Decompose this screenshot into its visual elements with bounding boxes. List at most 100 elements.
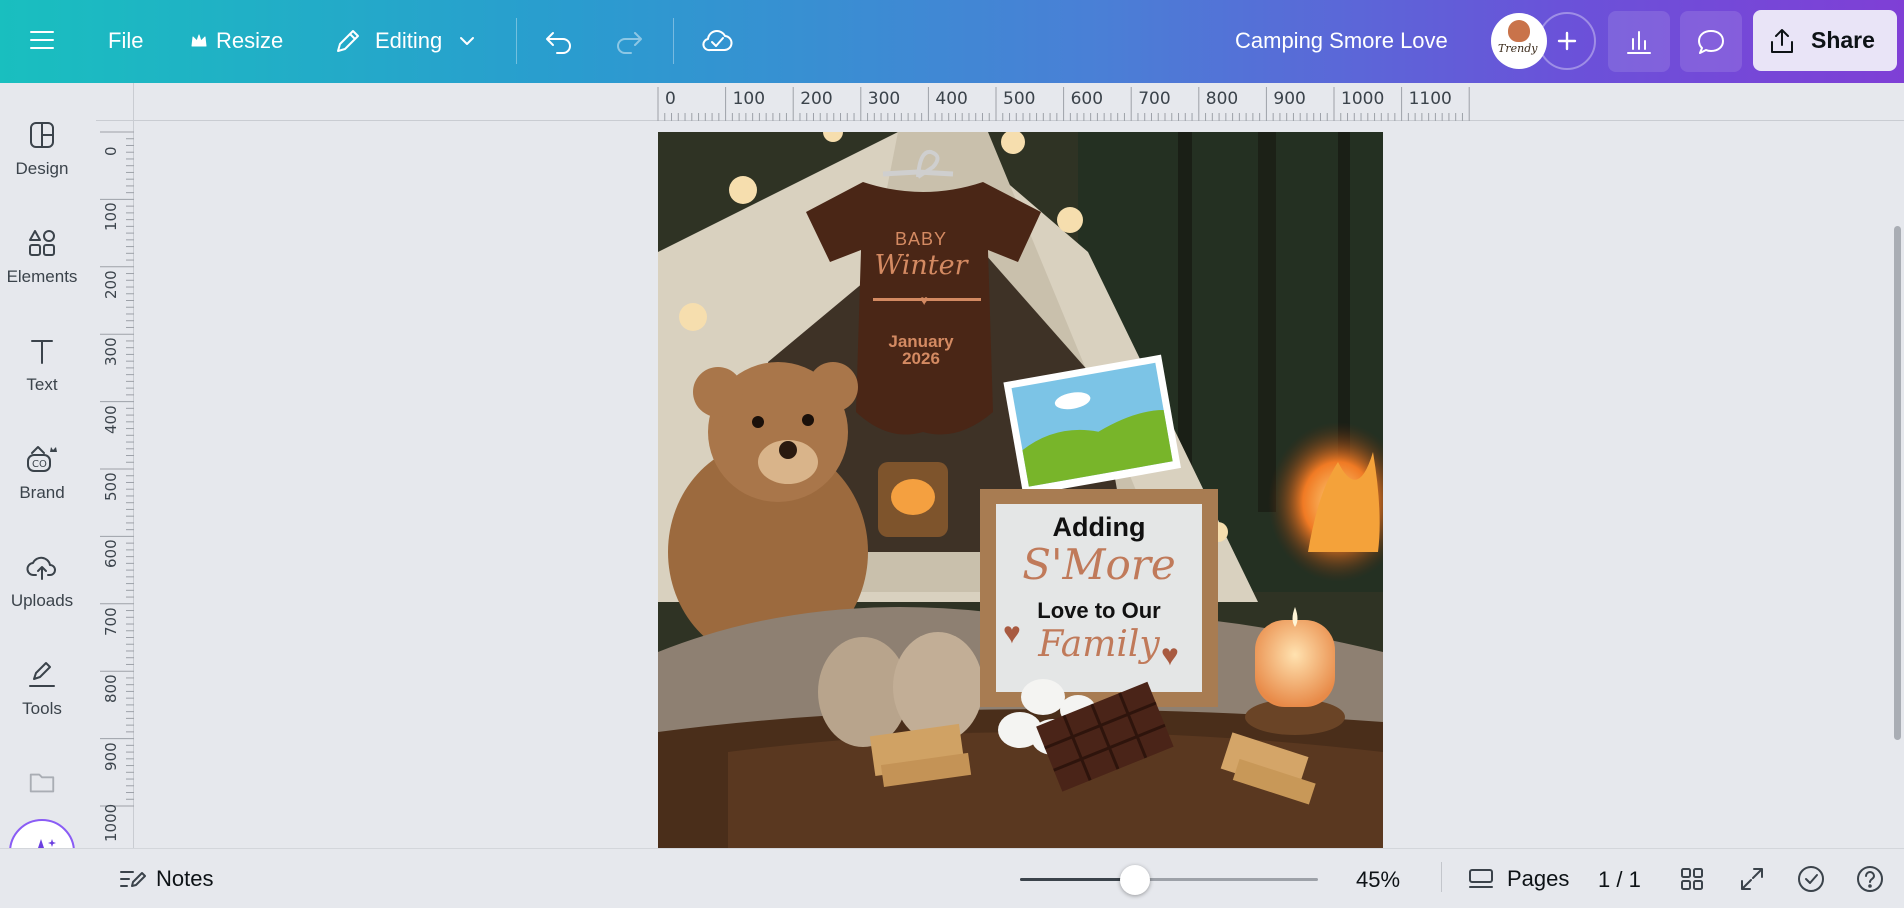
- cow-head-shape: [1508, 20, 1530, 42]
- grid-view-button[interactable]: [1679, 866, 1705, 892]
- main-menu-button[interactable]: [28, 26, 56, 54]
- sidebar-item-label: Uploads: [10, 591, 74, 610]
- ruler-label-y: 500: [102, 472, 120, 501]
- insights-button[interactable]: [1608, 11, 1670, 72]
- sidebar-item-uploads[interactable]: Uploads: [0, 551, 84, 651]
- design-layout-icon: [30, 122, 54, 148]
- zoom-slider-fill: [1020, 878, 1135, 881]
- notes-label: Notes: [156, 866, 214, 891]
- pages-button[interactable]: Pages: [1467, 865, 1569, 893]
- share-button[interactable]: Share: [1753, 10, 1897, 71]
- ruler-corner: [96, 83, 134, 121]
- redo-icon: [617, 32, 642, 54]
- frame-text-adding[interactable]: Adding: [998, 512, 1200, 543]
- grid-view-icon: [1681, 868, 1703, 890]
- zoom-level-button[interactable]: 45%: [1356, 867, 1400, 893]
- ruler-label-x: 600: [1070, 89, 1104, 109]
- pencil-icon: [337, 30, 359, 52]
- speech-bubble-icon: [1698, 29, 1724, 54]
- onesie-text-winter[interactable]: Winter: [866, 250, 976, 281]
- pages-label: Pages: [1507, 866, 1570, 891]
- top-toolbar: File Resize Editing Camping Smore Love T…: [0, 0, 1904, 83]
- file-menu-label: File: [108, 28, 144, 53]
- design-title-text: Camping Smore Love: [1235, 28, 1448, 53]
- svg-text:CO: CO: [32, 459, 47, 470]
- sidebar-item-text[interactable]: Text: [0, 335, 84, 435]
- ruler-label-x: 100: [732, 89, 766, 109]
- ruler-label-x: 900: [1273, 89, 1306, 109]
- ruler-label-y: 700: [102, 607, 120, 636]
- undo-icon: [546, 32, 571, 54]
- ruler-label-y: 300: [102, 337, 120, 367]
- expand-icon: [1741, 868, 1763, 890]
- help-button[interactable]: [1855, 864, 1885, 894]
- share-label: Share: [1811, 27, 1875, 53]
- check-accessibility-button[interactable]: [1796, 864, 1826, 894]
- zoom-slider-handle[interactable]: [1119, 865, 1150, 895]
- ruler-label-x: 400: [935, 89, 968, 109]
- horizontal-ruler: [96, 83, 1904, 121]
- canvas-vertical-scrollbar[interactable]: [1894, 226, 1901, 740]
- brand-kit-icon: CO: [27, 446, 57, 472]
- undo-button[interactable]: [543, 25, 575, 57]
- notes-button[interactable]: Notes: [118, 866, 213, 892]
- chevron-down-icon: [460, 37, 475, 45]
- editing-mode-label: Editing: [375, 28, 443, 53]
- resize-label: Resize: [216, 28, 284, 53]
- folder-icon: [29, 773, 55, 793]
- plus-icon: [1557, 31, 1577, 51]
- shapes-icon: [29, 230, 55, 256]
- redo-button[interactable]: [613, 25, 645, 57]
- design-page[interactable]: BABY Winter ♥ January 2026 Adding S'More…: [658, 132, 1383, 848]
- cloud-save-status-button[interactable]: [700, 24, 734, 58]
- sidebar-item-label: Tools: [22, 699, 62, 718]
- text-t-icon: [31, 340, 53, 364]
- ruler-label-x: 300: [867, 89, 901, 109]
- ruler-label-x: 700: [1138, 89, 1171, 109]
- sidebar-item-elements[interactable]: Elements: [0, 227, 84, 327]
- pen-tool-icon: [29, 662, 55, 687]
- sidebar-item-label: Text: [26, 375, 58, 394]
- fullscreen-button[interactable]: [1738, 865, 1766, 893]
- onesie-text-year[interactable]: 2026: [866, 349, 976, 369]
- notes-pencil-icon: [120, 871, 146, 887]
- ruler-label-y: 200: [102, 270, 120, 299]
- ruler-ticks: [100, 131, 134, 807]
- pages-icon: [1469, 869, 1493, 888]
- share-upload-icon: [1771, 28, 1793, 53]
- cloud-check-icon: [702, 30, 733, 52]
- ruler-label-y: 0: [102, 146, 120, 156]
- sidebar-item-label: Design: [15, 159, 69, 178]
- ruler-label-y: 800: [102, 674, 120, 704]
- sidebar-item-label: Elements: [6, 267, 78, 286]
- design-title[interactable]: Camping Smore Love: [1235, 28, 1448, 54]
- invite-member-button[interactable]: [1538, 12, 1596, 70]
- resize-button[interactable]: Resize: [190, 28, 283, 54]
- frame-text-smore[interactable]: S'More: [998, 540, 1200, 589]
- ruler-label-x: 800: [1205, 89, 1239, 109]
- page-counter[interactable]: 1 / 1: [1598, 867, 1641, 893]
- ruler-label-y: 600: [102, 539, 120, 569]
- zoom-slider-track[interactable]: [1020, 878, 1318, 881]
- left-sidebar: Design Elements Text CO Brand Uploads To…: [0, 83, 84, 908]
- sidebar-item-brand[interactable]: CO Brand: [0, 443, 84, 543]
- sidebar-item-projects[interactable]: [0, 767, 84, 797]
- sidebar-item-tools[interactable]: Tools: [0, 659, 84, 759]
- ruler-ticks: [657, 87, 1470, 121]
- editing-mode-dropdown[interactable]: Editing: [333, 26, 478, 56]
- onesie-text-baby[interactable]: BABY: [876, 229, 966, 250]
- frame-heart-right-icon: ♥: [1161, 639, 1179, 672]
- comments-button[interactable]: [1680, 11, 1742, 72]
- sidebar-item-design[interactable]: Design: [0, 119, 84, 219]
- ruler-label-x: 500: [1003, 89, 1036, 109]
- toolbar-divider: [673, 18, 674, 64]
- check-circle-icon: [1798, 866, 1824, 892]
- file-menu-button[interactable]: File: [108, 28, 143, 54]
- frame-heart-left-icon: ♥: [1003, 617, 1021, 650]
- ruler-label-y: 1000: [102, 803, 120, 842]
- sidebar-item-label: Brand: [19, 483, 65, 502]
- zoom-level-text: 45%: [1356, 867, 1401, 892]
- frame-text-love-to-our[interactable]: Love to Our: [998, 598, 1200, 624]
- help-question-icon: [1857, 866, 1883, 892]
- onesie-heart-icon: ♥: [920, 292, 929, 308]
